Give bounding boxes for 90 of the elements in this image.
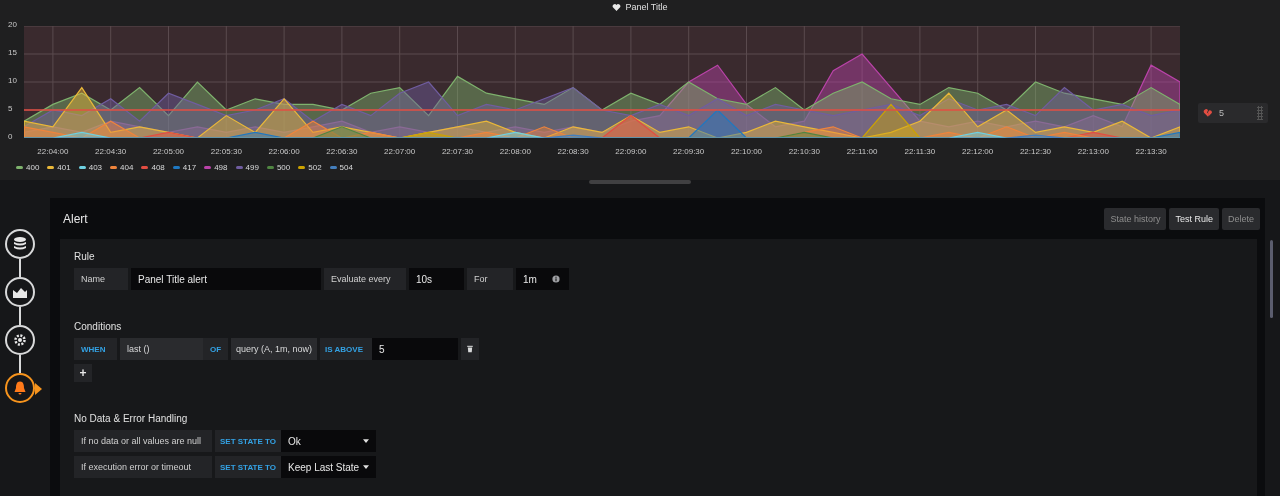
step-button[interactable] <box>5 277 35 307</box>
legend-label[interactable]: 498 <box>214 162 228 172</box>
resize-handle[interactable] <box>589 180 691 184</box>
keyword-label: SET STATE TO <box>215 456 281 478</box>
x-axis-label: 22:05:00 <box>151 147 186 156</box>
scrollbar[interactable] <box>1270 240 1273 318</box>
evaluator-select[interactable]: IS ABOVE <box>320 338 373 360</box>
add-condition-button[interactable]: + <box>74 364 92 382</box>
y-axis-label: 10 <box>8 76 17 85</box>
panel-title: Panel Title <box>625 2 668 12</box>
legend-swatch <box>141 165 149 169</box>
x-axis-label: 22:04:30 <box>94 147 128 156</box>
query-select[interactable]: query (A, 1m, now) <box>231 338 318 360</box>
x-axis-label: 22:05:30 <box>209 147 243 156</box>
legend-label[interactable]: 417 <box>182 162 197 172</box>
broken-heart-icon <box>1203 108 1213 118</box>
x-axis-label: 22:10:00 <box>729 147 764 156</box>
legend-label[interactable]: 500 <box>276 162 291 172</box>
y-axis-label: 0 <box>8 132 13 141</box>
legend-swatch <box>266 165 274 169</box>
legend-label[interactable]: 502 <box>308 162 322 172</box>
y-axis-label: 5 <box>8 104 13 113</box>
step-button[interactable] <box>5 325 35 355</box>
x-axis-label: 22:09:00 <box>614 147 648 156</box>
legend-swatch <box>204 165 212 169</box>
section-heading: No Data & Error Handling <box>74 413 189 426</box>
keyword-label: OF <box>203 338 228 360</box>
threshold-value: 5 <box>1219 108 1225 118</box>
name-field[interactable]: Panel Title alert <box>131 268 321 290</box>
caret-icon <box>363 439 369 443</box>
x-axis-label: 22:04:00 <box>36 147 70 156</box>
x-axis-label: 22:13:30 <box>1134 147 1168 156</box>
x-axis-label: 22:07:30 <box>440 147 475 156</box>
legend-swatch <box>235 165 243 169</box>
reducer-select[interactable]: last () <box>120 338 203 360</box>
legend-swatch <box>78 165 86 169</box>
legend-label[interactable]: 400 <box>26 162 40 172</box>
legend-swatch <box>16 165 23 169</box>
heart-icon <box>612 2 622 12</box>
legend-label[interactable]: 499 <box>245 162 259 172</box>
interval-field[interactable]: 10s <box>409 268 464 290</box>
field-label: If no data or all values are null <box>74 430 212 452</box>
keyword-label: WHEN <box>74 338 117 360</box>
field-label: For <box>467 268 513 290</box>
legend-label[interactable]: 404 <box>120 162 134 172</box>
x-axis-label: 22:07:00 <box>383 147 417 156</box>
legend-swatch <box>329 165 337 169</box>
legend-swatch <box>298 165 306 169</box>
legend-label[interactable]: 401 <box>57 162 71 172</box>
x-axis-label: 22:08:00 <box>498 147 532 156</box>
legend-swatch <box>47 165 55 169</box>
x-axis-label: 22:11:30 <box>903 147 937 156</box>
legend-label[interactable]: 403 <box>88 162 103 172</box>
threshold-field[interactable]: 5 <box>372 338 459 360</box>
section-heading: Rule <box>74 251 96 264</box>
state-dropdown[interactable]: Keep Last State <box>281 456 376 478</box>
database-icon <box>12 236 28 252</box>
keyword-label: SET STATE TO <box>215 430 281 452</box>
section-heading: Conditions <box>74 321 123 334</box>
bell-icon <box>12 380 28 396</box>
field-label: Evaluate every <box>324 268 406 290</box>
toolbar-button[interactable]: Test Rule <box>1169 207 1219 230</box>
field-label: Name <box>74 268 128 290</box>
x-axis-label: 22:10:30 <box>787 147 821 156</box>
y-axis-label: 20 <box>8 20 17 29</box>
y-axis-label: 15 <box>8 48 17 57</box>
step-button[interactable] <box>5 229 35 259</box>
x-axis-label: 22:06:30 <box>325 147 359 156</box>
x-axis-label: 22:06:00 <box>267 147 301 156</box>
field-label: If execution error or timeout <box>74 456 212 478</box>
legend-label[interactable]: 504 <box>339 162 353 172</box>
x-axis-label: 22:08:30 <box>556 147 590 156</box>
delete-button[interactable] <box>461 338 480 360</box>
x-axis-label: 22:13:00 <box>1076 147 1110 156</box>
x-axis-label: 22:11:00 <box>845 147 879 156</box>
x-axis-label: 22:12:30 <box>1018 147 1053 156</box>
info-icon <box>552 275 560 283</box>
state-dropdown[interactable]: Ok <box>281 430 376 452</box>
gear-icon <box>12 332 28 348</box>
for-field[interactable]: 1m <box>516 268 569 290</box>
drag-grip-icon <box>1257 106 1263 120</box>
legend-label[interactable]: 408 <box>151 162 165 172</box>
x-axis-label: 22:09:30 <box>672 147 706 156</box>
legend-swatch <box>172 165 180 169</box>
legend-swatch <box>110 165 118 169</box>
trash-icon <box>466 345 475 353</box>
x-axis-label: 22:12:00 <box>961 147 995 156</box>
caret-icon <box>363 465 369 469</box>
threshold-handle[interactable]: 5 <box>1198 103 1268 123</box>
alert-title: Alert <box>63 211 88 226</box>
